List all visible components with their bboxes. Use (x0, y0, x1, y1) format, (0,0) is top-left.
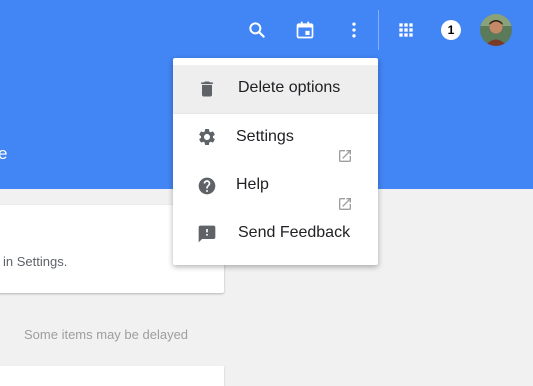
menu-item-help[interactable]: Help (173, 162, 378, 210)
help-circle-icon (198, 177, 216, 195)
trash-icon (201, 81, 213, 97)
feedback-icon (198, 225, 216, 243)
menu-label-settings: Settings (236, 128, 294, 145)
search-icon (249, 22, 265, 38)
topbar-divider (378, 10, 379, 50)
card-text: in Settings. (3, 254, 68, 269)
menu-label-delete-options: Delete options (238, 79, 341, 96)
notification-badge[interactable]: 1 (441, 20, 461, 40)
next-card (0, 366, 224, 386)
menu-item-settings[interactable]: Settings (173, 114, 378, 162)
header-title: e (0, 144, 8, 163)
delayed-status-text: Some items may be delayed (24, 327, 189, 342)
calendar-icon (296, 21, 314, 39)
menu-label-send-feedback: Send Feedback (238, 224, 351, 241)
avatar[interactable] (480, 14, 512, 46)
user-avatar-icon (480, 14, 512, 46)
menu-label-help: Help (236, 176, 269, 193)
menu-item-send-feedback[interactable]: Send Feedback (173, 210, 378, 258)
options-menu: Delete options Settings Help Send Feedba… (173, 58, 378, 265)
gear-icon (199, 129, 215, 145)
apps-button[interactable] (389, 13, 423, 47)
calendar-button[interactable] (288, 13, 322, 47)
search-button[interactable] (240, 13, 274, 47)
apps-icon (399, 23, 413, 37)
menu-item-delete-options[interactable]: Delete options (173, 65, 378, 113)
more-vert-icon (352, 22, 356, 38)
more-options-button[interactable] (337, 13, 371, 47)
